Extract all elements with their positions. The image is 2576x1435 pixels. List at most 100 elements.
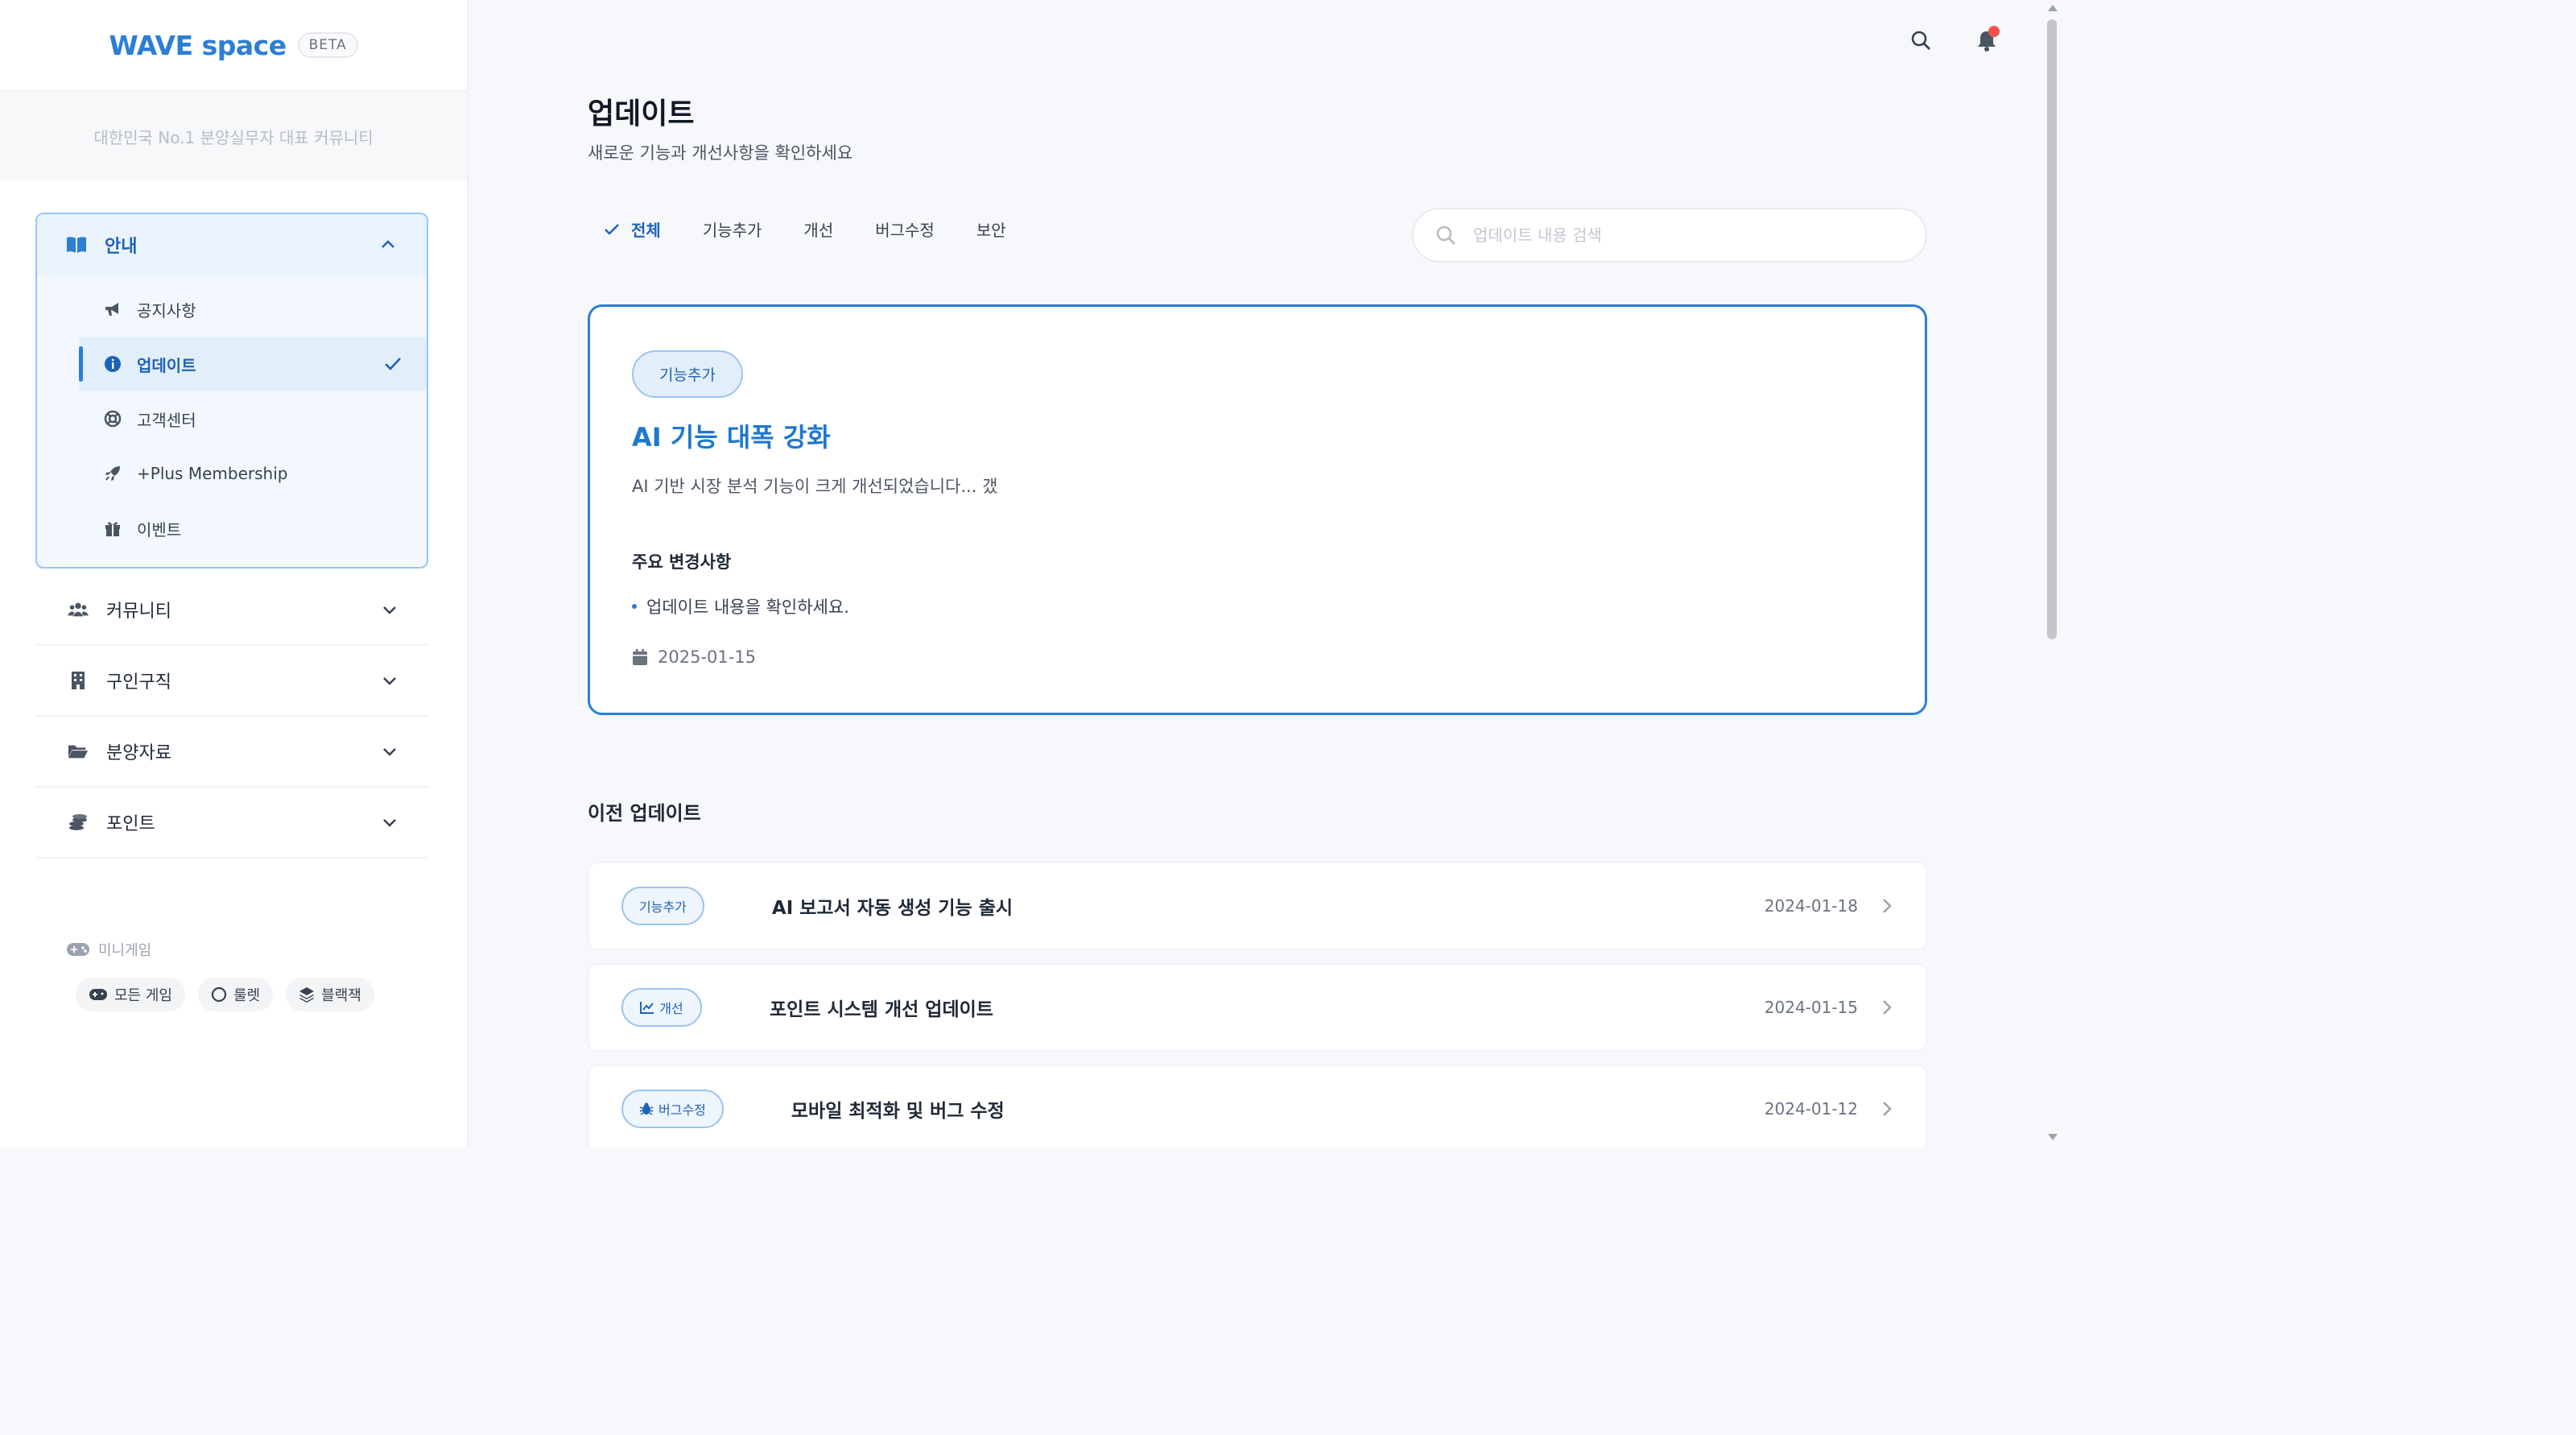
category-badge: 기능추가 [632, 350, 743, 398]
sidebar-nav: 안내 공지사항 업데이트 고객센터 +Plus Membership 이벤트 커… [35, 213, 428, 858]
mini-game-tags: 모든 게임 룰렛 블랙잭 [76, 978, 374, 1011]
badge-text: 개선 [659, 1001, 683, 1016]
sidebar: WAVE space BETA 대한민국 No.1 분양실무자 대표 커뮤니티 … [0, 0, 469, 1148]
chevron-down-icon [383, 748, 396, 756]
mini-game-section: 미니게임 모든 게임 룰렛 블랙잭 [66, 939, 374, 1011]
sidebar-item-event[interactable]: 이벤트 [37, 501, 427, 556]
book-icon [66, 234, 87, 255]
megaphone-icon [103, 300, 122, 319]
sidebar-item-label: 공지사항 [137, 300, 196, 320]
scrollbar[interactable] [2043, 0, 2061, 1148]
sidebar-group-label: 구인구직 [106, 672, 171, 693]
notification-dot [1988, 26, 2000, 37]
sidebar-group-info: 안내 공지사항 업데이트 고객센터 +Plus Membership 이벤트 [35, 213, 428, 569]
date-text: 2025-01-15 [658, 647, 757, 667]
check-icon [385, 358, 401, 370]
sidebar-group-jobs[interactable]: 구인구직 [35, 646, 428, 717]
app-window: WAVE space BETA 대한민국 No.1 분양실무자 대표 커뮤니티 … [0, 0, 2061, 1148]
sidebar-group-materials[interactable]: 분양자료 [35, 717, 428, 788]
filter-improvement[interactable]: 개선 [803, 217, 833, 241]
brand[interactable]: WAVE space BETA [0, 0, 467, 92]
filter-bugfix[interactable]: 버그수정 [875, 217, 935, 241]
mini-game-label: 미니게임 [98, 942, 152, 959]
notification-button[interactable] [1972, 26, 2001, 55]
filter-label: 기능추가 [702, 221, 762, 240]
item-date: 2024-01-15 [1764, 998, 1858, 1017]
check-icon [605, 223, 619, 235]
search-button[interactable] [1906, 26, 1935, 55]
list-item[interactable]: 버그수정 모바일 최적화 및 버그 수정 2024-01-12 [588, 1065, 1927, 1148]
sidebar-item-label: +Plus Membership [137, 464, 288, 483]
previous-updates-list: 기능추가 AI 보고서 자동 생성 기능 출시 2024-01-18 개선 포인… [588, 862, 1927, 1148]
item-title: 모바일 최적화 및 버그 수정 [791, 1101, 1005, 1122]
calendar-icon [633, 649, 647, 665]
mini-game-title: 미니게임 [66, 939, 374, 960]
search-icon [1436, 225, 1455, 245]
mini-game-roulette[interactable]: 룰렛 [197, 978, 274, 1011]
sidebar-group-header[interactable]: 포인트 [35, 788, 428, 857]
filter-all[interactable]: 전체 [604, 217, 661, 241]
tagline: 대한민국 No.1 분양실무자 대표 커뮤니티 [0, 92, 467, 180]
sidebar-item-membership[interactable]: +Plus Membership [37, 446, 427, 501]
chevron-up-icon [382, 240, 394, 248]
sidebar-group-community[interactable]: 커뮤니티 [35, 575, 428, 646]
previous-updates-title: 이전 업데이트 [588, 802, 701, 825]
category-badge: 개선 [621, 988, 702, 1027]
chart-icon [640, 1002, 654, 1014]
filter-tabs: 전체 기능추가 개선 버그수정 보안 [604, 217, 1006, 241]
item-title: AI 보고서 자동 생성 기능 출시 [771, 898, 1013, 919]
scroll-down-arrow[interactable] [2048, 1134, 2058, 1140]
users-icon [68, 599, 89, 620]
mini-game-all[interactable]: 모든 게임 [76, 978, 185, 1011]
search-icon [1911, 31, 1930, 50]
sidebar-item-support[interactable]: 고객센터 [37, 391, 427, 446]
sidebar-item-update[interactable]: 업데이트 [79, 337, 427, 391]
list-item[interactable]: 기능추가 AI 보고서 자동 생성 기능 출시 2024-01-18 [588, 862, 1927, 950]
mini-game-tag-label: 모든 게임 [114, 987, 172, 1004]
sidebar-group-info-header[interactable]: 안내 [37, 214, 427, 275]
category-badge: 기능추가 [621, 887, 704, 925]
bullet-dot [632, 604, 637, 609]
brand-name[interactable]: WAVE space [109, 30, 287, 61]
mini-game-blackjack[interactable]: 블랙잭 [286, 978, 374, 1011]
gamepad-icon [89, 989, 107, 1000]
filter-security[interactable]: 보안 [976, 217, 1006, 241]
badge-text: 버그수정 [658, 1102, 706, 1118]
filter-label: 보안 [976, 221, 1006, 240]
gift-icon [103, 519, 122, 538]
scroll-up-arrow[interactable] [2048, 5, 2058, 11]
sidebar-item-label: 고객센터 [137, 410, 196, 430]
sidebar-item-label: 업데이트 [137, 355, 196, 375]
category-badge: 버그수정 [621, 1090, 724, 1128]
scroll-thumb[interactable] [2047, 19, 2057, 639]
lifebuoy-icon [103, 409, 122, 428]
coins-icon [68, 812, 89, 833]
chevron-down-icon [383, 677, 396, 685]
mini-game-tag-label: 블랙잭 [321, 987, 361, 1004]
info-icon [103, 354, 122, 374]
sidebar-submenu: 공지사항 업데이트 고객센터 +Plus Membership 이벤트 [37, 275, 427, 567]
page-subtitle: 새로운 기능과 개선사항을 확인하세요 [588, 143, 853, 163]
search-box [1412, 208, 1927, 263]
list-item[interactable]: 개선 포인트 시스템 개선 업데이트 2024-01-15 [588, 963, 1927, 1052]
filter-label: 버그수정 [875, 221, 935, 240]
bug-icon [639, 1102, 654, 1115]
item-title: 포인트 시스템 개선 업데이트 [770, 999, 993, 1020]
sidebar-group-label: 안내 [105, 237, 138, 257]
chevron-right-icon [1883, 899, 1892, 913]
sidebar-group-header[interactable]: 구인구직 [35, 646, 428, 715]
item-date: 2024-01-12 [1764, 1099, 1858, 1119]
sidebar-group-header[interactable]: 커뮤니티 [35, 575, 428, 644]
sidebar-group-label: 커뮤니티 [106, 602, 171, 622]
featured-description: AI 기반 시장 분석 기능이 크게 개선되었습니다... 갰 [632, 477, 998, 496]
sidebar-group-label: 분양자료 [106, 743, 171, 763]
page-title: 업데이트 [588, 97, 695, 130]
featured-update-card[interactable]: 기능추가 AI 기능 대폭 강화 AI 기반 시장 분석 기능이 크게 개선되었… [588, 304, 1927, 715]
sidebar-item-notice[interactable]: 공지사항 [37, 282, 427, 337]
mini-game-tag-label: 룰렛 [233, 987, 261, 1004]
filter-label: 전체 [631, 221, 661, 240]
sidebar-group-header[interactable]: 분양자료 [35, 717, 428, 786]
filter-feature[interactable]: 기능추가 [703, 217, 762, 241]
sidebar-group-points[interactable]: 포인트 [35, 788, 428, 858]
search-input[interactable] [1473, 225, 1892, 245]
